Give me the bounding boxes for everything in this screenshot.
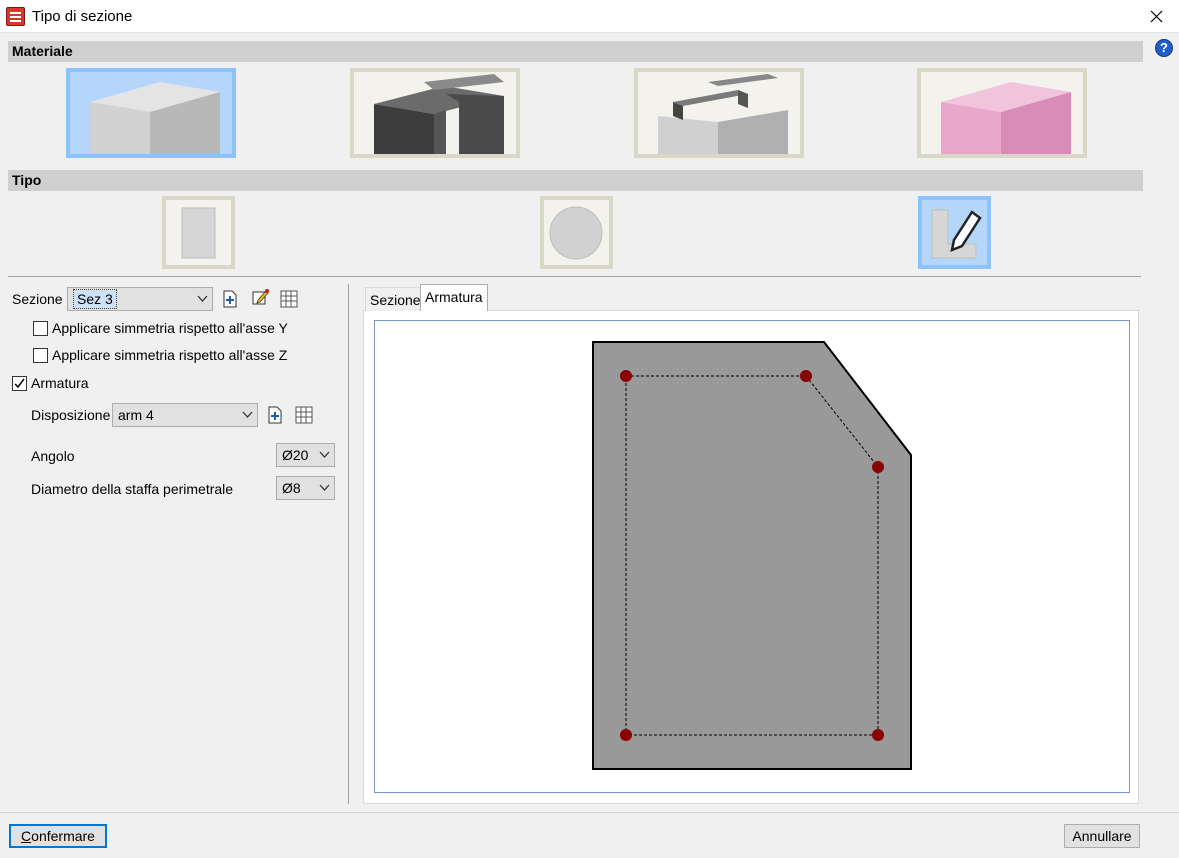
section-drawing-canvas[interactable] — [374, 320, 1130, 793]
tipo-header: Tipo — [8, 170, 1143, 191]
add-disposition-icon[interactable] — [266, 406, 284, 424]
composite-section-icon — [658, 74, 788, 154]
custom-section-edit-icon — [931, 209, 982, 259]
rectangular-section-icon — [181, 207, 216, 259]
disposizione-select[interactable]: arm 4 — [112, 403, 258, 427]
checkmark-icon — [14, 378, 25, 389]
title-bar: Tipo di sezione — [0, 0, 1179, 33]
panel-divider — [348, 284, 349, 804]
chevron-down-icon — [197, 295, 208, 302]
armatura-label: Armatura — [31, 375, 89, 391]
sezione-select[interactable]: Sez 3 — [67, 287, 213, 311]
rebar-point — [620, 729, 632, 741]
material-concrete-option[interactable] — [66, 68, 236, 158]
rebar-point — [800, 370, 812, 382]
sezione-value: Sez 3 — [73, 289, 117, 309]
angolo-label: Angolo — [31, 448, 75, 464]
sezione-label: Sezione — [12, 291, 63, 307]
symmetry-z-label: Applicare simmetria rispetto all'asse Z — [52, 347, 288, 363]
chevron-down-icon — [319, 451, 330, 458]
disposizione-value: arm 4 — [118, 407, 154, 423]
close-icon — [1150, 10, 1162, 22]
staffa-select[interactable]: Ø8 — [276, 476, 335, 500]
confirm-accel-key: C — [21, 828, 32, 844]
tab-armatura[interactable]: Armatura — [420, 284, 488, 311]
rebar-point — [620, 370, 632, 382]
symmetry-z-checkbox[interactable] — [33, 348, 48, 363]
staffa-value: Ø8 — [282, 480, 301, 496]
cancel-button[interactable]: Annullare — [1064, 824, 1140, 848]
table-grid-icon[interactable] — [280, 290, 298, 308]
section-drawing — [592, 341, 912, 770]
material-composite-option[interactable] — [634, 68, 804, 158]
close-button[interactable] — [1133, 0, 1179, 32]
rebar-point — [872, 461, 884, 473]
symmetry-y-checkbox[interactable] — [33, 321, 48, 336]
disposizione-label: Disposizione — [31, 407, 111, 423]
steel-profile-icon — [374, 74, 504, 154]
chevron-down-icon — [319, 484, 330, 491]
chevron-down-icon — [242, 411, 253, 418]
angolo-value: Ø20 — [282, 447, 309, 463]
circular-section-icon — [549, 206, 603, 260]
help-icon[interactable]: ? — [1155, 39, 1173, 57]
add-section-icon[interactable] — [221, 290, 239, 308]
rebar-point — [872, 729, 884, 741]
material-generic-option[interactable] — [917, 68, 1087, 158]
staffa-label: Diametro della staffa perimetrale — [31, 481, 234, 497]
armatura-checkbox[interactable] — [12, 376, 27, 391]
concrete-block-icon — [90, 82, 220, 154]
material-steel-option[interactable] — [350, 68, 520, 158]
section-outline — [592, 341, 912, 770]
bottom-divider — [0, 812, 1179, 813]
divider — [8, 276, 1141, 277]
confirm-button[interactable]: Confermare — [9, 824, 107, 848]
confirm-label-rest: onfermare — [31, 828, 95, 844]
type-circular-option[interactable] — [540, 196, 613, 269]
tab-sezione[interactable]: Sezione — [365, 287, 426, 311]
type-custom-option[interactable] — [918, 196, 991, 269]
generic-material-block-icon — [941, 82, 1071, 154]
materiale-header: Materiale — [8, 41, 1143, 62]
symmetry-y-label: Applicare simmetria rispetto all'asse Y — [52, 320, 288, 336]
type-rectangular-option[interactable] — [162, 196, 235, 269]
table-grid-icon[interactable] — [295, 406, 313, 424]
window-title: Tipo di sezione — [32, 8, 133, 25]
angolo-select[interactable]: Ø20 — [276, 443, 335, 467]
app-icon — [6, 7, 25, 26]
edit-section-icon[interactable] — [251, 288, 269, 306]
